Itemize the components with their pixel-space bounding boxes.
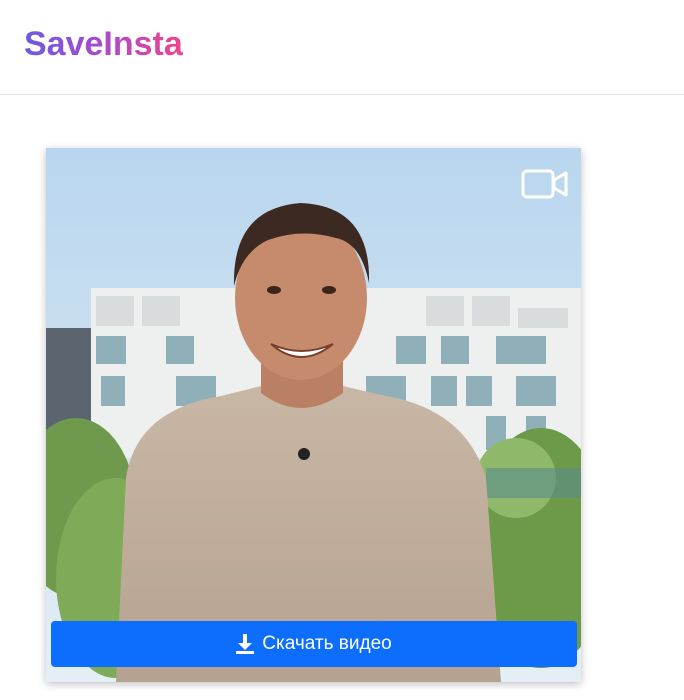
video-thumbnail[interactable] <box>46 148 581 682</box>
download-icon <box>236 634 255 654</box>
video-camera-icon <box>521 169 568 199</box>
download-video-label: Скачать видео <box>262 633 392 654</box>
download-video-button[interactable]: Скачать видео <box>51 621 577 667</box>
site-header: SaveInsta <box>0 0 684 95</box>
media-card: Скачать видео <box>46 148 581 682</box>
site-logo[interactable]: SaveInsta <box>24 24 183 64</box>
